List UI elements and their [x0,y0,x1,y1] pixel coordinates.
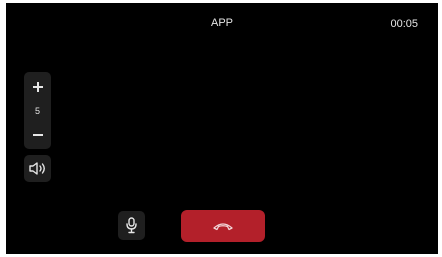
hang-up-button[interactable] [181,210,265,242]
mute-microphone-button[interactable] [118,211,145,240]
volume-control: 5 [24,72,51,149]
app-title: APP [210,17,233,29]
phone-hangup-icon [213,223,233,231]
microphone-icon [126,217,137,234]
volume-down-button[interactable] [24,124,51,146]
plus-icon [32,82,43,92]
speaker-icon [29,162,45,175]
volume-level: 5 [34,106,40,116]
minus-icon [32,130,43,140]
volume-up-button[interactable] [24,76,51,98]
call-screen: APP 00:05 5 [6,3,438,254]
call-timer: 00:05 [390,18,418,30]
speaker-button[interactable] [24,155,51,182]
